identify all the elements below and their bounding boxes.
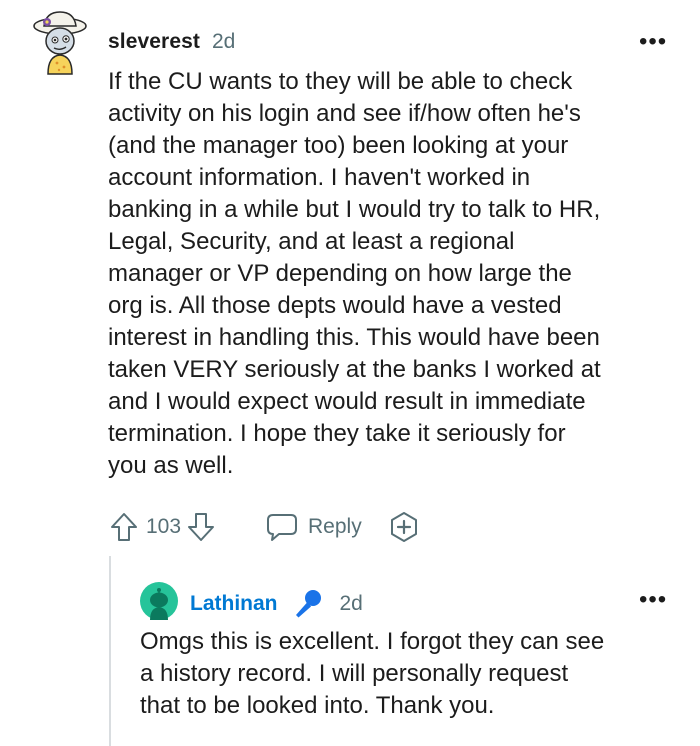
speech-bubble-icon (267, 514, 297, 541)
comment-body: Omgs this is excellent. I forgot they ca… (140, 628, 605, 719)
add-award-icon (391, 512, 417, 542)
microphone-icon (295, 590, 321, 618)
comment-header: Lathinan 2d (190, 588, 363, 620)
reply-button[interactable]: Reply (266, 510, 362, 544)
award-button[interactable] (388, 510, 420, 544)
more-options-button[interactable]: ••• (639, 30, 667, 54)
vote-group: 103 (108, 510, 217, 544)
arrow-up-icon (111, 513, 137, 541)
upvote-button[interactable] (108, 511, 140, 543)
timestamp[interactable]: 2d (340, 592, 363, 616)
username[interactable]: sleverest (108, 30, 200, 54)
user-flair (290, 588, 324, 620)
comment-header: sleverest 2d (108, 30, 235, 54)
comment-body: If the CU wants to they will be able to … (108, 68, 601, 479)
downvote-button[interactable] (185, 511, 217, 543)
avatar[interactable] (30, 10, 90, 76)
avatar-image (33, 11, 87, 75)
avatar-image (140, 582, 178, 620)
more-options-button[interactable]: ••• (639, 588, 667, 612)
thread-line[interactable] (109, 556, 111, 746)
username[interactable]: Lathinan (190, 592, 278, 616)
avatar[interactable] (140, 582, 178, 620)
arrow-down-icon (188, 513, 215, 541)
vote-count: 103 (146, 515, 182, 538)
reply-label: Reply (308, 515, 362, 538)
timestamp[interactable]: 2d (212, 30, 235, 54)
